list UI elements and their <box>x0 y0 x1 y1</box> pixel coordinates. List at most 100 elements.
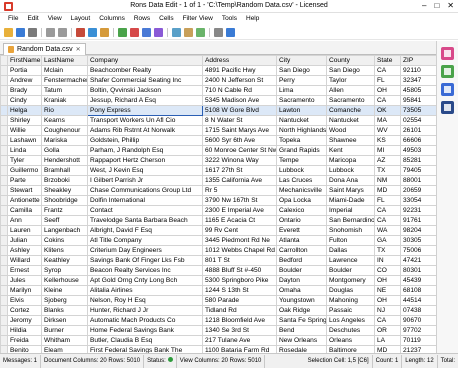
cell-city[interactable]: Boulder <box>276 265 327 276</box>
column-header-zip[interactable]: ZIP <box>400 55 436 66</box>
cell-firstname[interactable]: Lauren <box>7 225 42 236</box>
cell-firstname[interactable]: Lashawn <box>7 135 42 146</box>
cell-firstname[interactable]: Antionette <box>7 195 42 206</box>
table-row[interactable]: Shirley Kearns Transport Workers Un Afl Ci… <box>0 115 436 126</box>
cell-zip[interactable]: 32347 <box>400 75 436 86</box>
cell-firstname[interactable]: Helga <box>7 105 42 116</box>
table-row[interactable]: Camilla Frantz Contact 2300 E Imperial Ave C… <box>0 205 436 216</box>
cell-state[interactable]: NE <box>374 285 401 296</box>
cell-county[interactable]: Allen <box>326 85 375 96</box>
cell-lastname[interactable]: Kleine <box>41 285 88 296</box>
redo-icon[interactable] <box>58 28 67 37</box>
cell-county[interactable]: Mahoning <box>326 295 375 306</box>
cell-state[interactable]: OK <box>374 105 401 116</box>
table-row[interactable]: Willie Coughenour Adams Rib Rstrnt At Norw… <box>0 125 436 136</box>
cell-state[interactable]: MD <box>374 345 401 353</box>
cell-lastname[interactable]: Whitham <box>41 335 88 346</box>
insert-column-icon[interactable] <box>142 28 151 37</box>
cell-state[interactable]: CA <box>374 315 401 326</box>
cell-address[interactable]: 801 T St <box>202 255 277 266</box>
cell-firstname[interactable]: Cindy <box>7 95 42 106</box>
cell-lastname[interactable]: Mariska <box>41 135 88 146</box>
cell-city[interactable]: Calexico <box>276 205 327 216</box>
cell-city[interactable]: Lubbock <box>276 165 327 176</box>
cell-lastname[interactable]: Shoobridge <box>41 195 88 206</box>
cell-zip[interactable]: 98204 <box>400 225 436 236</box>
cell-company[interactable]: Travelodge Santa Barbara Beach <box>87 215 203 226</box>
cell-firstname[interactable]: Hildia <box>7 325 42 336</box>
cell-city[interactable]: Las Cruces <box>276 175 327 186</box>
cell-address[interactable]: 5345 Madison Ave <box>202 95 277 106</box>
cell-city[interactable]: Carrollton <box>276 245 327 256</box>
cell-city[interactable]: Omaha <box>276 285 327 296</box>
cell-state[interactable]: OH <box>374 85 401 96</box>
cell-address[interactable]: 3222 Winona Way <box>202 155 277 166</box>
cell-address[interactable]: 2300 E Imperial Ave <box>202 205 277 216</box>
cell-address[interactable]: 1244 S 13th St <box>202 285 277 296</box>
cell-county[interactable]: Nantucket <box>326 115 375 126</box>
cell-zip[interactable]: 75006 <box>400 245 436 256</box>
cell-lastname[interactable]: Sheakley <box>41 185 88 196</box>
cell-address[interactable]: 1012 Webbs Chapel Rd <box>202 245 277 256</box>
cell-company[interactable]: Apt Gold Orng Cnty Long Bch <box>87 275 203 286</box>
cell-city[interactable]: Mechanicsville <box>276 185 327 196</box>
delete-row-icon[interactable] <box>130 28 139 37</box>
cell-firstname[interactable]: Shirley <box>7 115 42 126</box>
close-tab-icon[interactable]: ✕ <box>76 46 81 53</box>
cell-city[interactable]: Santa Fe Springs <box>276 315 327 326</box>
cell-lastname[interactable]: Burner <box>41 325 88 336</box>
cell-company[interactable]: Alitalia Airlines <box>87 285 203 296</box>
cell-state[interactable]: IN <box>374 255 401 266</box>
row-header[interactable] <box>0 155 8 166</box>
cell-address[interactable]: 99 Rv Cent <box>202 225 277 236</box>
row-header[interactable] <box>0 165 8 176</box>
row-header[interactable] <box>0 315 8 326</box>
cell-lastname[interactable]: Fenstermacher <box>41 75 88 86</box>
cell-address[interactable]: Rr 5 <box>202 185 277 196</box>
cell-company[interactable]: Shafer Commercial Seating Inc <box>87 75 203 86</box>
menu-tools[interactable]: Tools <box>222 13 237 25</box>
cell-company[interactable]: Automatic Mach Products Co <box>87 315 203 326</box>
column-header-city[interactable]: City <box>276 55 327 66</box>
row-header[interactable] <box>0 95 8 106</box>
menu-layout[interactable]: Layout <box>71 13 91 25</box>
row-header[interactable] <box>0 235 8 246</box>
cell-company[interactable]: First Federal Savings Bank The <box>87 345 203 353</box>
cell-zip[interactable]: 73505 <box>400 105 436 116</box>
row-header[interactable] <box>0 295 8 306</box>
table-row[interactable]: Lauren Langenbach Albright, David F Esq 99 … <box>0 225 436 236</box>
cell-county[interactable]: Maricopa <box>326 155 375 166</box>
cell-address[interactable]: 2400 N Jefferson St <box>202 75 277 86</box>
cell-county[interactable]: Deschutes <box>326 325 375 336</box>
cell-zip[interactable]: 97702 <box>400 325 436 336</box>
cell-zip[interactable]: 80301 <box>400 265 436 276</box>
table-row[interactable]: Freida Whitham Butler, Claudia B Esq 217 Tu… <box>0 335 436 346</box>
cell-company[interactable]: Adams Rib Rstrnt At Norwalk <box>87 125 203 136</box>
column-header-company[interactable]: Company <box>87 55 203 66</box>
cell-city[interactable]: Atlanta <box>276 235 327 246</box>
cell-lastname[interactable]: Kearns <box>41 115 88 126</box>
cell-address[interactable]: 8 N Water St <box>202 115 277 126</box>
row-header[interactable] <box>0 185 8 196</box>
cell-address[interactable]: 60 Monroe Center St Nw <box>202 145 277 156</box>
table-row[interactable]: Jules Kellerhouse Apt Gold Orng Cnty Long … <box>0 275 436 286</box>
table-row[interactable]: Antionette Shoobridge Dolfin International… <box>0 195 436 206</box>
cell-zip[interactable]: 26101 <box>400 125 436 136</box>
cell-city[interactable]: Lawton <box>276 105 327 116</box>
cell-lastname[interactable]: Bramhall <box>41 165 88 176</box>
cell-state[interactable]: CA <box>374 95 401 106</box>
column-settings-icon[interactable] <box>441 47 454 60</box>
cell-lastname[interactable]: Sjoberg <box>41 295 88 306</box>
table-row[interactable]: Ann Seeff Travelodge Santa Barbara Beach 11… <box>0 215 436 226</box>
menu-edit[interactable]: Edit <box>27 13 38 25</box>
cell-firstname[interactable]: Camilla <box>7 205 42 216</box>
cell-company[interactable]: Parham, J Randolph Esq <box>87 145 203 156</box>
table-row[interactable]: Hildia Burner Home Federal Savings Bank 134… <box>0 325 436 336</box>
cell-address[interactable]: 1715 Saint Marys Ave <box>202 125 277 136</box>
cell-lastname[interactable]: Brzoboki <box>41 175 88 186</box>
cell-state[interactable]: OH <box>374 295 401 306</box>
row-header[interactable] <box>0 75 8 86</box>
cell-zip[interactable]: 45439 <box>400 275 436 286</box>
cell-firstname[interactable]: Elvis <box>7 295 42 306</box>
cell-state[interactable]: MI <box>374 145 401 156</box>
